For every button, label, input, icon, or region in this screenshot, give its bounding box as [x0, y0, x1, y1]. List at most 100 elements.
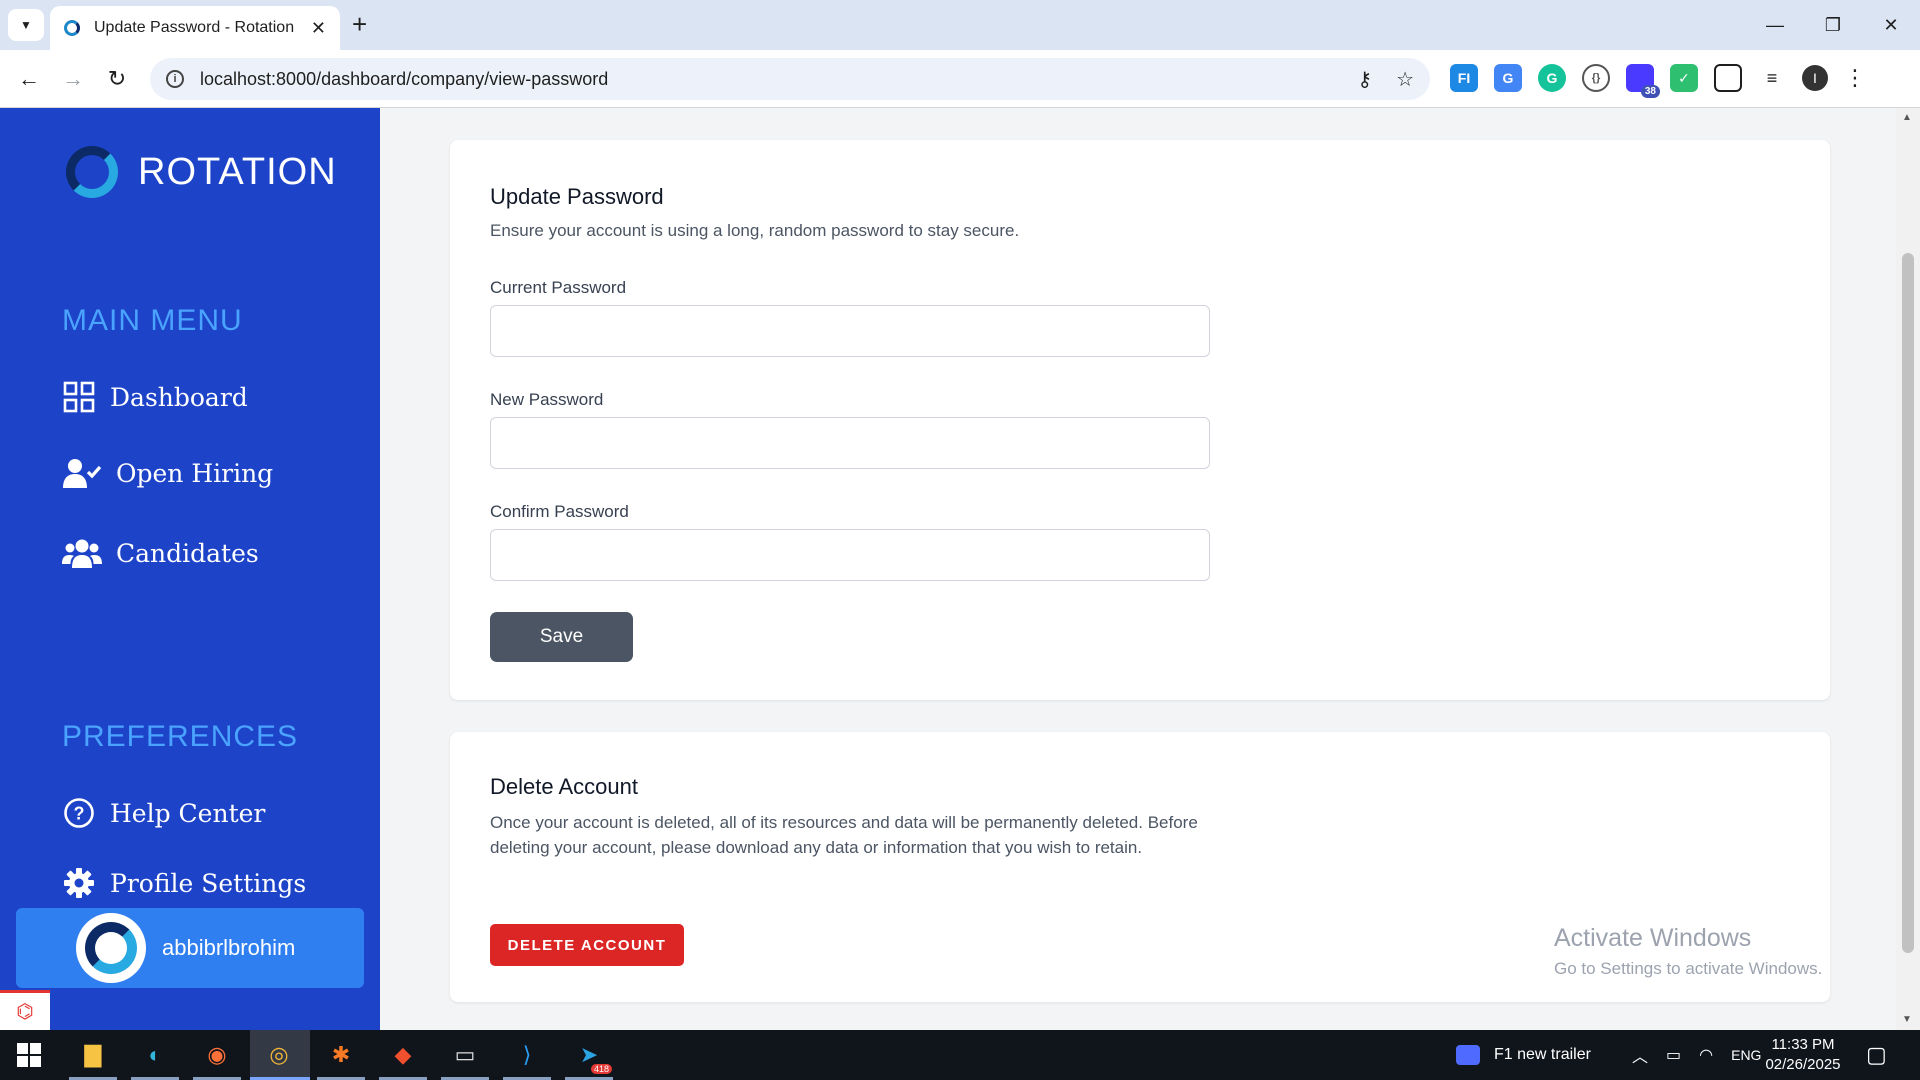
taskbar-clock[interactable]: 11:33 PM 02/26/2025: [1758, 1035, 1848, 1075]
fi-icon[interactable]: FI: [1450, 64, 1478, 92]
update-password-card: Update Password Ensure your account is u…: [450, 140, 1830, 700]
clock-time: 11:33 PM: [1771, 1036, 1835, 1053]
watermark-subtitle: Go to Settings to activate Windows.: [1554, 959, 1823, 978]
extensions-row: FI G G {} 38 ✓ ≡ I ⋮: [1450, 64, 1866, 98]
user-profile-card[interactable]: abbibrlbrohim: [16, 908, 364, 988]
laravel-debugbar-icon[interactable]: ⌬: [0, 990, 50, 1030]
news-icon: [1456, 1045, 1480, 1065]
file-explorer-icon[interactable]: ▇: [76, 1038, 110, 1072]
save-button[interactable]: Save: [490, 612, 633, 662]
terminal-icon[interactable]: ▭: [448, 1038, 482, 1072]
tab-title: Update Password - Rotation: [94, 19, 295, 36]
sidebar-item-label: Dashboard: [110, 382, 248, 412]
svg-text:?: ?: [74, 804, 85, 824]
tab-close-icon[interactable]: ✕: [311, 18, 326, 39]
profile-avatar[interactable]: I: [1802, 65, 1828, 91]
sidebar-item-label: Candidates: [116, 538, 259, 568]
confirm-password-label: Confirm Password: [490, 502, 629, 521]
main-content: Update Password Ensure your account is u…: [380, 108, 1896, 1030]
scroll-down-icon[interactable]: ▼: [1902, 1014, 1912, 1025]
rotation-favicon-icon: [64, 20, 80, 36]
restore-button[interactable]: ❐: [1804, 0, 1862, 50]
user-name: abbibrlbrohim: [162, 935, 296, 960]
minimize-button[interactable]: —: [1746, 0, 1804, 50]
firefox-icon[interactable]: ◉: [200, 1038, 234, 1072]
delete-account-description: Once your account is deleted, all of its…: [490, 813, 1198, 857]
confirm-password-field[interactable]: [490, 529, 1210, 581]
current-password-field[interactable]: [490, 305, 1210, 357]
browser-tab-bar: ▼ Update Password - Rotation ✕ + — ❐ ✕: [0, 0, 1920, 50]
xampp-icon[interactable]: ✱: [324, 1038, 358, 1072]
shield-check-icon[interactable]: ✓: [1670, 64, 1698, 92]
site-info-icon[interactable]: i: [166, 70, 184, 88]
brand[interactable]: ROTATION: [66, 146, 337, 198]
show-hidden-icons-icon[interactable]: ︿: [1632, 1043, 1648, 1067]
grid-icon: [62, 380, 96, 414]
sidebar-item-dashboard[interactable]: Dashboard: [62, 380, 248, 414]
reload-button[interactable]: ↻: [102, 64, 132, 94]
rotation-logo-icon: [85, 922, 137, 974]
puzzle-icon[interactable]: [1714, 64, 1742, 92]
news-widget[interactable]: F1 new trailer: [1456, 1030, 1591, 1080]
update-password-title: Update Password: [490, 184, 664, 209]
tab-search-button[interactable]: ▼: [8, 9, 44, 41]
windows-start-icon[interactable]: [12, 1038, 46, 1072]
scroll-thumb[interactable]: [1902, 253, 1914, 953]
gear-icon: [62, 866, 96, 900]
sidebar-item-profile-settings[interactable]: Profile Settings: [62, 866, 306, 900]
page-scrollbar[interactable]: ▲ ▼: [1896, 108, 1920, 1030]
forward-button[interactable]: →: [58, 64, 88, 94]
rotation-logo-icon: [66, 146, 118, 198]
password-key-icon[interactable]: ⚷: [1357, 67, 1372, 92]
current-password-label: Current Password: [490, 278, 627, 297]
telegram-icon[interactable]: ➤ 418: [572, 1038, 612, 1074]
sidebar-item-label: Profile Settings: [110, 868, 307, 898]
address-bar[interactable]: i localhost:8000/dashboard/company/view-…: [150, 58, 1430, 100]
sidebar-item-label: Help Center: [110, 798, 266, 828]
wifi-icon[interactable]: ◠: [1699, 1045, 1713, 1065]
translate-icon[interactable]: G: [1494, 64, 1522, 92]
active-tab[interactable]: Update Password - Rotation ✕: [50, 6, 340, 50]
users-icon: [62, 536, 102, 570]
user-check-icon: [62, 456, 102, 490]
git-icon[interactable]: ◆: [386, 1038, 420, 1072]
new-password-field[interactable]: [490, 417, 1210, 469]
avatar: [76, 913, 146, 983]
new-tab-button[interactable]: +: [352, 10, 367, 38]
grammarly-icon[interactable]: G: [1538, 64, 1566, 92]
window-controls: — ❐ ✕: [1746, 0, 1920, 50]
sidebar-item-help-center[interactable]: ? Help Center: [62, 796, 265, 830]
delete-account-title: Delete Account: [490, 774, 638, 799]
media-control-icon[interactable]: ≡: [1758, 64, 1786, 92]
bookmark-star-icon[interactable]: ☆: [1396, 67, 1414, 92]
telegram-badge: 418: [590, 1064, 612, 1074]
sidebar: ROTATION MAIN MENU Dashboard Open Hiring…: [0, 108, 380, 1030]
brand-name: ROTATION: [138, 150, 337, 193]
activate-windows-watermark: Activate Windows Go to Settings to activ…: [1554, 924, 1822, 979]
scroll-up-icon[interactable]: ▲: [1902, 112, 1912, 123]
sidebar-item-candidates[interactable]: Candidates: [62, 536, 259, 570]
graduation-icon[interactable]: 38: [1626, 64, 1660, 98]
browser-toolbar: ← → ↻ i localhost:8000/dashboard/company…: [0, 50, 1920, 108]
system-tray: ︿ ▭ ◠ ENG: [1632, 1030, 1761, 1080]
sidebar-item-label: Open Hiring: [116, 458, 274, 488]
battery-icon[interactable]: ▭: [1666, 1045, 1681, 1065]
delete-account-button[interactable]: DELETE ACCOUNT: [490, 924, 684, 966]
notifications-icon[interactable]: ▢: [1866, 1030, 1887, 1080]
sidebar-item-open-hiring[interactable]: Open Hiring: [62, 456, 273, 490]
clock-date: 02/26/2025: [1765, 1056, 1841, 1073]
browser-menu-icon[interactable]: ⋮: [1844, 65, 1866, 91]
vscode-icon[interactable]: ⟩: [510, 1038, 544, 1072]
close-window-button[interactable]: ✕: [1862, 0, 1920, 50]
watermark-title: Activate Windows: [1554, 924, 1752, 952]
code-icon[interactable]: {}: [1582, 64, 1610, 92]
preferences-title: PREFERENCES: [62, 720, 299, 753]
language-indicator[interactable]: ENG: [1731, 1047, 1761, 1063]
url-text: localhost:8000/dashboard/company/view-pa…: [200, 68, 609, 89]
edge-icon[interactable]: ◐: [138, 1038, 172, 1072]
extension-badge: 38: [1640, 85, 1660, 98]
help-circle-icon: ?: [62, 796, 96, 830]
back-button[interactable]: ←: [14, 64, 44, 94]
chrome-icon[interactable]: ◎: [262, 1038, 296, 1072]
windows-taskbar: ▇ ◐ ◉ ◎ ✱ ◆ ▭ ⟩ ➤ 418 F1 new trailer ︿ ▭…: [0, 1030, 1920, 1080]
